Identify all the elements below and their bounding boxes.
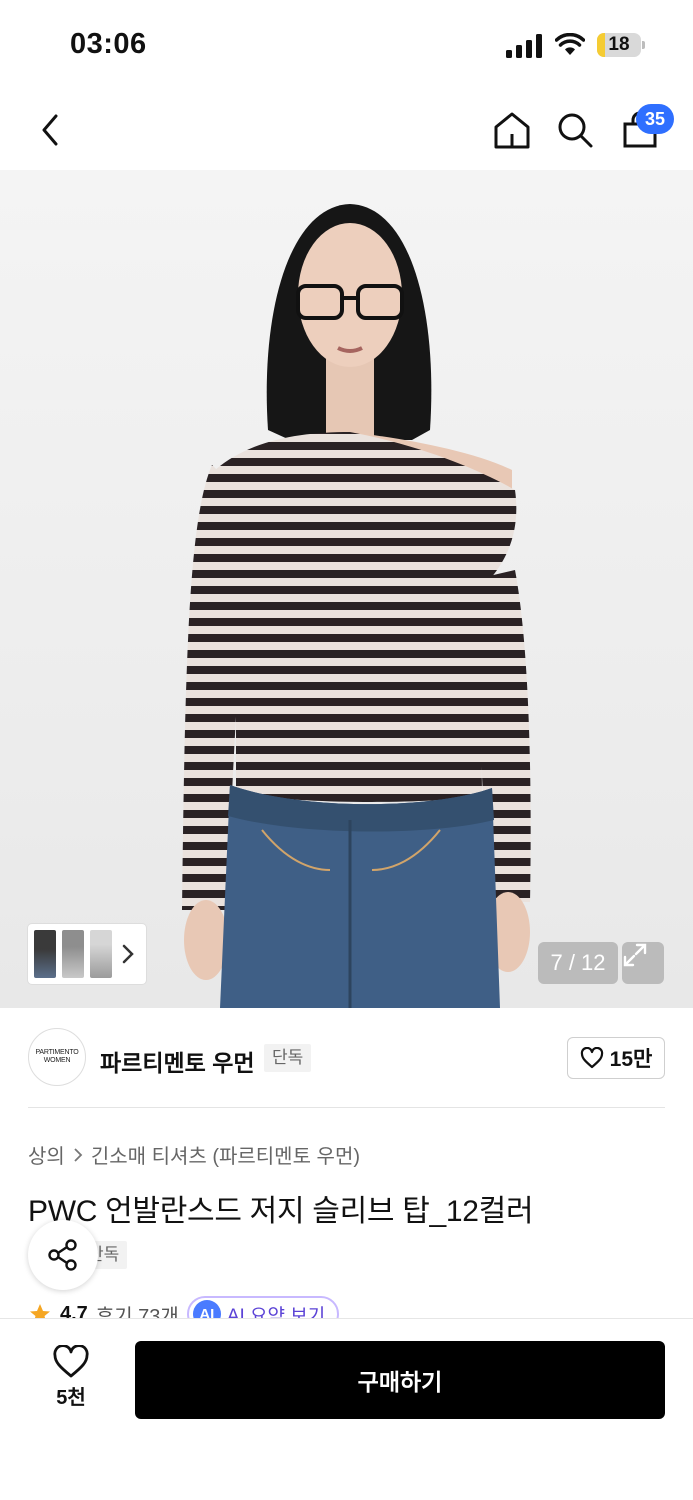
brand-logo-text: PARTIMENTO bbox=[35, 1049, 79, 1056]
back-icon bbox=[42, 114, 58, 146]
star-icon bbox=[30, 1304, 50, 1318]
thumbnail[interactable] bbox=[34, 930, 56, 978]
ai-summary-button[interactable]: AI AI 요약 보기 bbox=[186, 1296, 340, 1319]
brand-row: PARTIMENTO WOMEN 파르티멘토 우먼 단독 15만 bbox=[0, 1008, 693, 1108]
breadcrumb: 상의 긴소매 티셔츠 (파르티멘토 우먼) bbox=[28, 1140, 360, 1169]
product-title: PWC 언발란스드 저지 슬리브 탑_12컬러 bbox=[28, 1195, 534, 1228]
chevron-right-icon bbox=[122, 944, 134, 964]
expand-icon bbox=[623, 943, 647, 967]
thumbnail-strip[interactable] bbox=[28, 924, 146, 984]
wishlist-button[interactable]: 5천 bbox=[40, 1345, 102, 1410]
heart-icon bbox=[580, 1047, 603, 1069]
brand-like-count: 15만 bbox=[609, 1048, 653, 1071]
breadcrumb-item[interactable]: 상의 bbox=[28, 1140, 65, 1169]
search-button[interactable] bbox=[553, 108, 597, 152]
brand-logo[interactable]: PARTIMENTO WOMEN bbox=[28, 1028, 86, 1086]
page-indicator: 7 / 12 bbox=[538, 942, 618, 984]
heart-icon bbox=[53, 1345, 89, 1378]
status-time: 03:06 bbox=[70, 28, 147, 60]
share-icon bbox=[48, 1239, 77, 1271]
top-nav bbox=[0, 90, 693, 170]
signal-icon bbox=[506, 34, 542, 58]
review-count[interactable]: 후기 73개 bbox=[96, 1300, 179, 1319]
buy-button[interactable]: 구매하기 bbox=[135, 1341, 665, 1419]
brand-like-button[interactable]: 15만 bbox=[567, 1037, 665, 1079]
rating-row: 4.7 후기 73개 AI AI 요약 보기 bbox=[28, 1296, 688, 1318]
ai-summary-label: AI 요약 보기 bbox=[226, 1305, 326, 1319]
rating-value: 4.7 bbox=[60, 1302, 88, 1319]
share-button[interactable] bbox=[28, 1220, 98, 1290]
ai-badge-icon: AI bbox=[192, 1300, 221, 1318]
wishlist-count: 5천 bbox=[56, 1387, 86, 1409]
battery-level: 18 bbox=[608, 34, 630, 55]
chevron-right-icon bbox=[74, 1147, 83, 1162]
brand-name[interactable]: 파르티멘토 우먼 bbox=[100, 1044, 255, 1078]
battery-icon: 18 bbox=[597, 33, 645, 57]
status-bar: 03:06 18 bbox=[0, 0, 693, 90]
wifi-icon bbox=[555, 33, 585, 55]
search-icon bbox=[558, 113, 593, 148]
exclusive-badge: 단독 bbox=[264, 1044, 312, 1072]
model-photo bbox=[182, 204, 531, 1008]
expand-button[interactable] bbox=[622, 942, 664, 984]
thumbnail[interactable] bbox=[90, 930, 112, 978]
product-image[interactable]: 7 / 12 bbox=[0, 170, 693, 1008]
brand-logo-text: WOMEN bbox=[43, 1057, 71, 1064]
divider bbox=[28, 1107, 665, 1108]
home-button[interactable] bbox=[490, 108, 534, 152]
home-icon bbox=[494, 112, 530, 149]
back-button[interactable] bbox=[28, 108, 72, 152]
cart-count-badge: 35 bbox=[636, 104, 674, 134]
bottom-action-bar: 5천 구매하기 bbox=[0, 1318, 693, 1500]
thumbnail[interactable] bbox=[62, 930, 84, 978]
breadcrumb-item[interactable]: 긴소매 티셔츠 (파르티멘토 우먼) bbox=[91, 1140, 360, 1169]
